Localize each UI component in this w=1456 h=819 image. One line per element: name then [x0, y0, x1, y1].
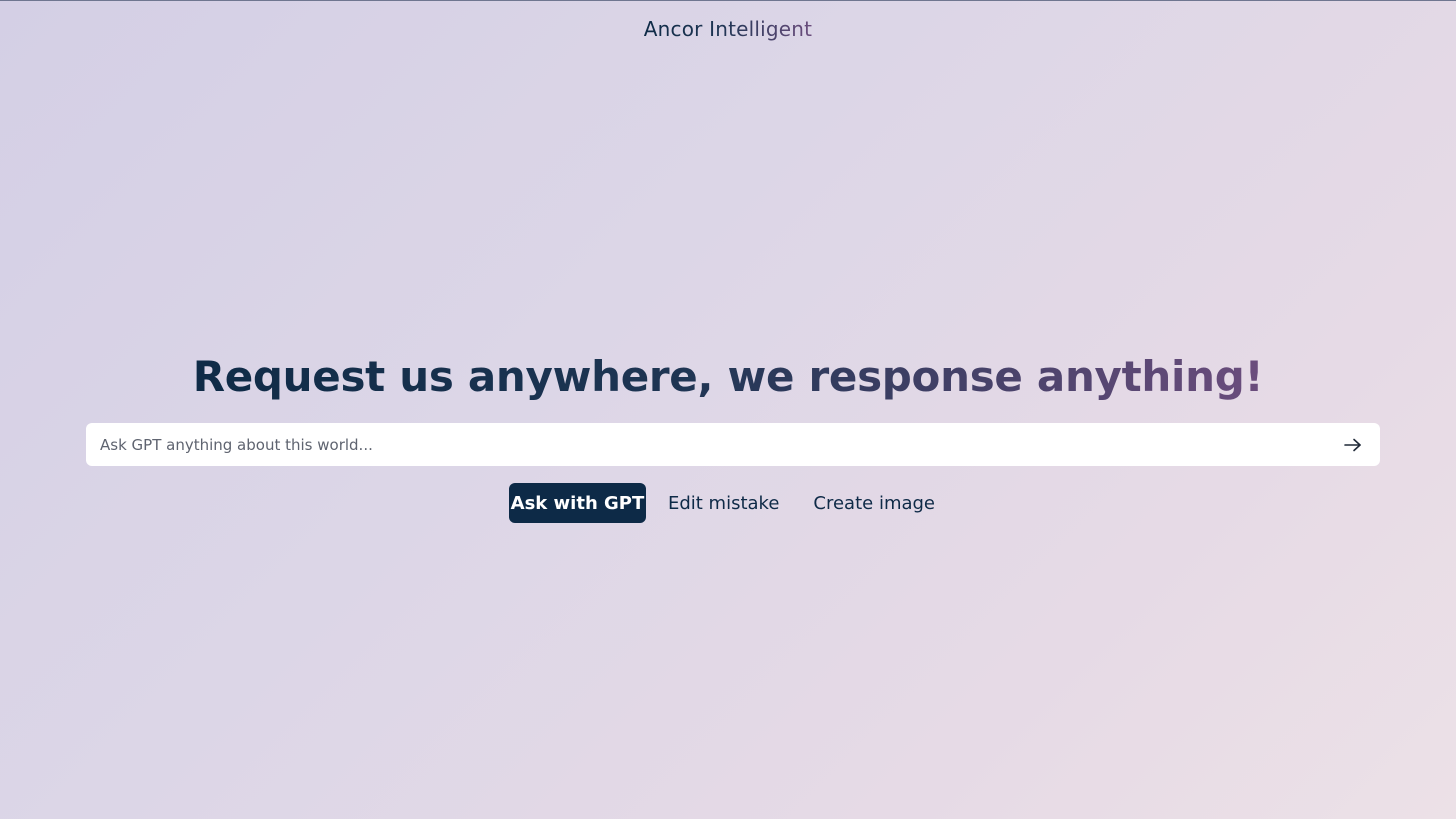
arrow-right-icon [1344, 438, 1361, 451]
submit-button[interactable] [1336, 429, 1370, 460]
top-border [0, 0, 1456, 1]
hero-headline: Request us anywhere, we response anythin… [0, 351, 1456, 403]
search-input[interactable] [86, 423, 1316, 466]
search-bar [86, 423, 1380, 466]
hero-headline-text: Request us anywhere, we response anythin… [192, 352, 1264, 401]
edit-mistake-button[interactable]: Edit mistake [656, 483, 791, 523]
ask-with-gpt-button[interactable]: Ask with GPT [508, 483, 646, 523]
brand-header: Ancor Intelligent [0, 16, 1456, 42]
create-image-button[interactable]: Create image [801, 483, 947, 523]
action-buttons: Ask with GPT Edit mistake Create image [0, 483, 1456, 523]
brand-name: Ancor Intelligent [643, 17, 813, 41]
